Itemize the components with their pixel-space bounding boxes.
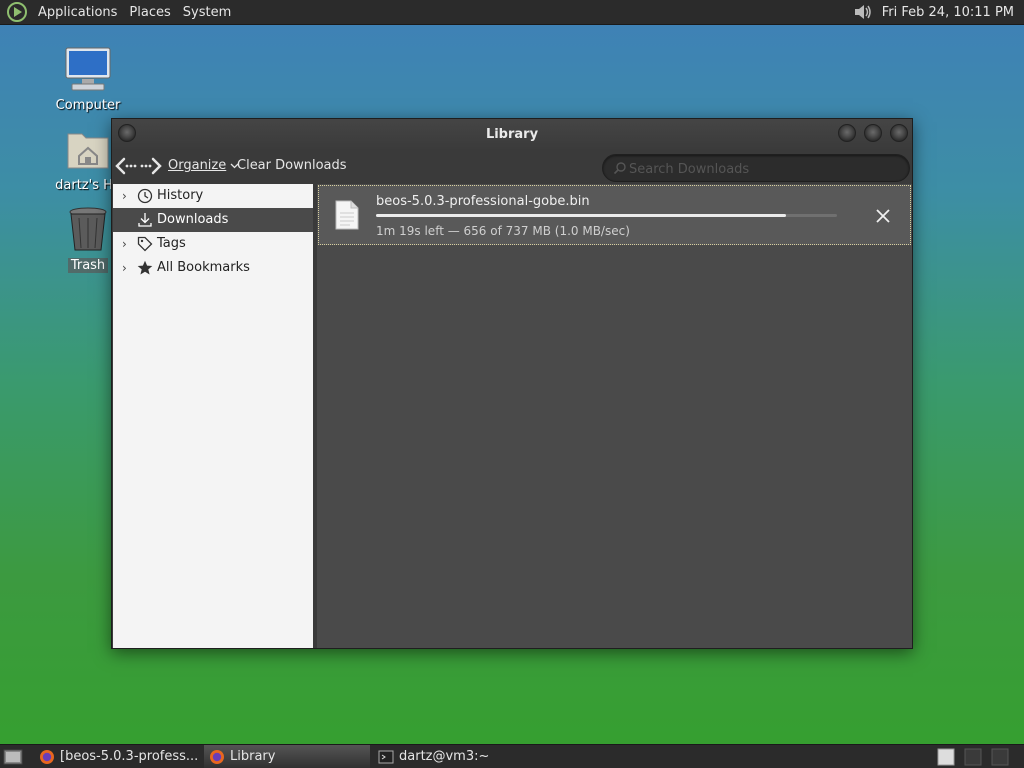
- top-panel-tray: Fri Feb 24, 10:11 PM: [852, 1, 1024, 23]
- clock[interactable]: Fri Feb 24, 10:11 PM: [882, 5, 1014, 20]
- library-sidebar: › History Downloads › Tags › All Bookmar…: [113, 184, 313, 648]
- download-filename: beos-5.0.3-professional-gobe.bin: [376, 194, 590, 209]
- places-menu[interactable]: Places: [123, 0, 176, 25]
- downloads-list: beos-5.0.3-professional-gobe.bin 1m 19s …: [317, 184, 912, 648]
- download-progress-bar: [376, 214, 837, 217]
- taskbar-item-library[interactable]: Library: [204, 745, 370, 768]
- sidebar-item-label: Downloads: [157, 212, 229, 227]
- firefox-icon: [40, 750, 54, 764]
- sidebar-item-downloads[interactable]: Downloads: [113, 208, 313, 232]
- desktop-icon-label: Computer: [55, 98, 121, 113]
- chevron-right-icon[interactable]: ›: [122, 184, 132, 208]
- window-title: Library: [485, 127, 539, 142]
- distro-logo-icon[interactable]: [6, 1, 28, 23]
- taskbar-item-label: [beos-5.0.3-profess...: [60, 749, 199, 764]
- organize-menu-button[interactable]: Organize: [168, 158, 239, 173]
- workspace-3[interactable]: [991, 748, 1009, 766]
- download-item[interactable]: beos-5.0.3-professional-gobe.bin 1m 19s …: [318, 185, 911, 245]
- tag-icon: [137, 236, 153, 252]
- forward-arrow-icon[interactable]: [140, 157, 162, 175]
- file-icon: [335, 200, 359, 230]
- workspace-1[interactable]: [937, 748, 955, 766]
- maximize-button[interactable]: [864, 124, 882, 142]
- volume-icon[interactable]: [852, 1, 874, 23]
- library-window: Library Organize Clear Downloads Search …: [111, 118, 913, 649]
- top-panel: Applications Places System Fri Feb 24, 1…: [0, 0, 1024, 25]
- clock-icon: [137, 188, 153, 204]
- organize-label: Organize: [168, 158, 227, 173]
- search-input[interactable]: [629, 160, 899, 178]
- star-icon: [137, 260, 153, 275]
- firefox-icon: [210, 750, 224, 764]
- terminal-icon: [378, 750, 394, 764]
- search-icon: [613, 162, 626, 175]
- download-status: 1m 19s left — 656 of 737 MB (1.0 MB/sec): [376, 224, 630, 238]
- sidebar-item-label: Tags: [157, 236, 186, 251]
- desktop-icon-computer[interactable]: Computer: [48, 46, 128, 113]
- workspace-2[interactable]: [964, 748, 982, 766]
- window-titlebar[interactable]: Library: [112, 119, 912, 151]
- chevron-right-icon[interactable]: ›: [122, 232, 132, 256]
- sidebar-item-tags[interactable]: › Tags: [113, 232, 313, 256]
- sidebar-item-label: All Bookmarks: [157, 260, 250, 275]
- sidebar-item-history[interactable]: › History: [113, 184, 313, 208]
- system-menu[interactable]: System: [177, 0, 237, 25]
- clear-downloads-button[interactable]: Clear Downloads: [237, 158, 347, 173]
- main-menu-bar: Applications Places System: [0, 0, 237, 25]
- chevron-right-icon[interactable]: ›: [122, 256, 132, 280]
- trash-icon: [69, 207, 107, 251]
- desktop-icon-label: Trash: [67, 258, 109, 273]
- taskbar-item-download[interactable]: [beos-5.0.3-profess...: [34, 745, 202, 768]
- computer-icon: [65, 47, 111, 91]
- back-arrow-icon[interactable]: [115, 157, 137, 175]
- cancel-download-icon[interactable]: [873, 206, 893, 226]
- home-folder-icon: [67, 133, 109, 169]
- minimize-button[interactable]: [838, 124, 856, 142]
- sidebar-item-all-bookmarks[interactable]: › All Bookmarks: [113, 256, 313, 280]
- bottom-panel: [beos-5.0.3-profess... Library dartz@vm3…: [0, 744, 1024, 768]
- sidebar-item-label: History: [157, 188, 204, 203]
- library-toolbar: Organize Clear Downloads: [112, 151, 912, 183]
- taskbar-item-label: Library: [230, 749, 276, 764]
- applications-menu[interactable]: Applications: [32, 0, 123, 25]
- close-window-button[interactable]: [890, 124, 908, 142]
- taskbar-item-label: dartz@vm3:~: [399, 749, 490, 764]
- download-icon: [138, 213, 152, 227]
- taskbar-item-terminal[interactable]: dartz@vm3:~: [373, 745, 541, 768]
- download-progress-fill: [376, 214, 787, 217]
- window-menu-button[interactable]: [118, 124, 136, 142]
- show-desktop-icon[interactable]: [3, 748, 23, 766]
- search-box[interactable]: [602, 154, 910, 182]
